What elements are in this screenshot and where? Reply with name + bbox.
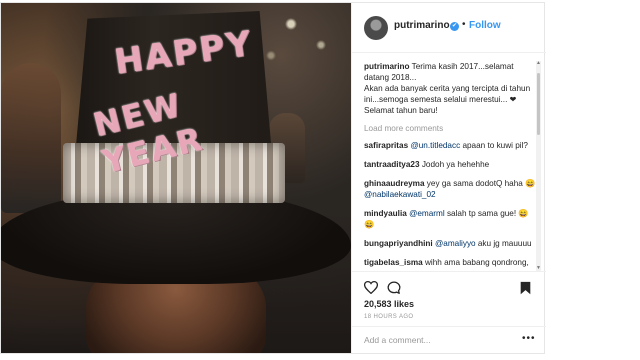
comments-list[interactable]: putrimarino Terima kasih 2017...selamat … (364, 61, 536, 269)
verified-badge-icon: ✔ (450, 22, 459, 31)
comment-username[interactable]: bungapriyandhini (364, 239, 433, 248)
post-photo[interactable]: HAPPY NEW YEAR (1, 3, 351, 353)
load-more-comments-button[interactable]: Load more comments (364, 123, 536, 134)
heart-icon[interactable] (364, 281, 378, 294)
comment-item: ghinaaudreyma yey ga sama dodotQ haha 😄 … (364, 178, 536, 200)
post-header: putrimarino ✔ • Follow (352, 3, 546, 53)
hat-lettering: HAPPY NEW YEAR (89, 15, 271, 182)
comment-text: Jodoh ya hehehhe (421, 160, 490, 169)
comment-item: tantraaditya23 Jodoh ya hehehhe (364, 159, 536, 170)
comment-icon[interactable] (387, 281, 401, 295)
follow-button[interactable]: Follow (469, 20, 501, 31)
comment-mention[interactable]: @emarml (409, 209, 445, 218)
comment-mention[interactable]: @un.titledacc (410, 141, 460, 150)
comment-mention[interactable]: @nabilaekawati_02 (364, 190, 436, 199)
add-comment-input[interactable] (364, 333, 514, 347)
comment-item: bungapriyandhini @amaliyyo aku jg mauuuu (364, 238, 536, 249)
comment-username[interactable]: safirapritas (364, 141, 408, 150)
comment-username[interactable]: tantraaditya23 (364, 160, 420, 169)
username-link[interactable]: putrimarino (394, 20, 450, 31)
avatar[interactable] (364, 16, 388, 40)
comment-text: yey ga sama dodotQ haha 😄 (426, 179, 536, 188)
comment-item: safirapritas @un.titledacc apaan to kuwi… (364, 140, 536, 151)
caption-username[interactable]: putrimarino (364, 62, 410, 71)
comment-username[interactable]: tigabelas_isma (364, 258, 423, 267)
post-actions (352, 271, 546, 301)
background-person (1, 63, 61, 213)
post-side-panel: putrimarino ✔ • Follow putrimarino Terim… (351, 3, 546, 353)
comment-text: apaan to kuwi pil? (460, 141, 528, 150)
caption-line3: Selamat tahun baru! (364, 106, 438, 115)
comment-text: aku jg mauuuu (475, 239, 532, 248)
bookmark-icon[interactable] (520, 281, 531, 295)
comment-mention[interactable]: @amaliyyo (435, 239, 476, 248)
caption-line2: Akan ada banyak cerita yang tercipta di … (364, 84, 531, 104)
comment-item: mindyaulia @emarml salah tp sama gue! 😄😄 (364, 208, 536, 230)
scrollbar-thumb[interactable] (537, 73, 540, 135)
instagram-post: HAPPY NEW YEAR putrimarino ✔ • Follow pu… (0, 2, 546, 354)
comment-username[interactable]: ghinaaudreyma (364, 179, 425, 188)
caption: putrimarino Terima kasih 2017...selamat … (364, 61, 536, 116)
more-options-icon[interactable]: ••• (522, 333, 536, 344)
comment-item: tigabelas_isma wihh ama babang qondrong,… (364, 257, 536, 269)
add-comment-bar: ••• (352, 326, 546, 353)
post-timestamp[interactable]: 18 HOURS AGO (364, 314, 413, 320)
likes-count[interactable]: 20,583 likes (364, 299, 414, 309)
comments-scrollbar[interactable]: ▲ ▼ (536, 61, 541, 271)
hat-brim (1, 189, 351, 284)
comment-username[interactable]: mindyaulia (364, 209, 407, 218)
separator-dot: • (462, 19, 466, 30)
scroll-up-arrow-icon[interactable]: ▲ (536, 61, 541, 66)
